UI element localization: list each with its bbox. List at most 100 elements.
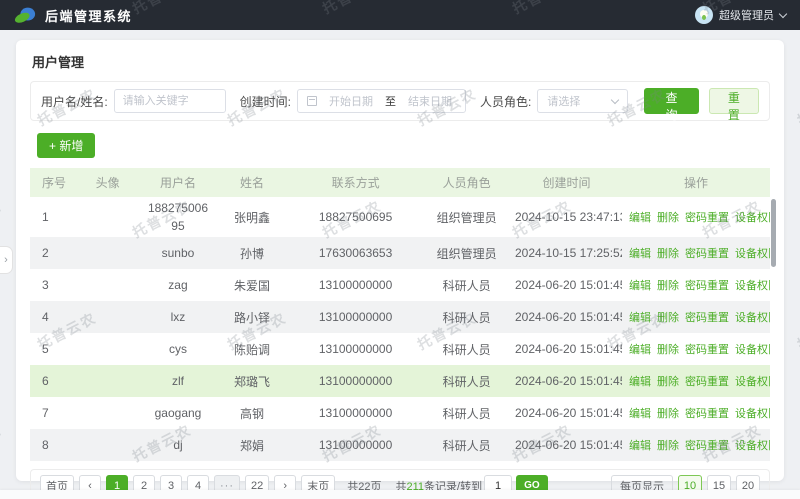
user-table: 序号头像用户名姓名联系方式人员角色创建时间操作 118827500695张明鑫1…	[30, 168, 770, 461]
action-link[interactable]: 密码重置	[685, 440, 729, 452]
cell-role: 组织管理员	[422, 243, 511, 264]
row-actions: 编辑删除密码重置设备权限	[622, 243, 770, 263]
action-link[interactable]: 编辑	[629, 408, 651, 420]
cell-created: 2024-06-20 15:01:45	[511, 436, 622, 454]
cell-username: gaogang	[141, 402, 215, 424]
action-link[interactable]: 设备权限	[735, 248, 770, 260]
date-start-placeholder[interactable]: 开始日期	[325, 93, 377, 109]
action-link[interactable]: 密码重置	[685, 248, 729, 260]
action-link[interactable]: 密码重置	[685, 280, 729, 292]
action-link[interactable]: 编辑	[629, 376, 651, 388]
cell-contact: 18827500695	[289, 208, 422, 226]
date-range-picker[interactable]: 开始日期 至 结束日期	[297, 89, 466, 113]
date-separator: 至	[385, 93, 396, 109]
action-link[interactable]: 设备权限	[735, 280, 770, 292]
cell-contact: 13100000000	[289, 340, 422, 358]
date-label: 创建时间:	[240, 93, 291, 110]
action-link[interactable]: 编辑	[629, 212, 651, 224]
table-row[interactable]: 7gaogang高钢13100000000科研人员2024-06-20 15:0…	[30, 397, 770, 429]
cell-role: 科研人员	[422, 435, 511, 456]
cell-avatar	[74, 315, 141, 319]
column-header: 姓名	[215, 172, 289, 193]
action-link[interactable]: 密码重置	[685, 312, 729, 324]
column-header: 用户名	[141, 172, 215, 194]
user-name: 超级管理员	[719, 7, 774, 23]
cell-name: 朱爱国	[215, 275, 289, 296]
action-link[interactable]: 编辑	[629, 248, 651, 260]
action-link[interactable]: 密码重置	[685, 212, 729, 224]
cell-contact: 13100000000	[289, 276, 422, 294]
cell-contact: 13100000000	[289, 372, 422, 390]
action-link[interactable]: 删除	[657, 440, 679, 452]
action-link[interactable]: 设备权限	[735, 212, 770, 224]
action-link[interactable]: 删除	[657, 408, 679, 420]
action-link[interactable]: 设备权限	[735, 408, 770, 420]
cell-contact: 13100000000	[289, 308, 422, 326]
action-link[interactable]: 编辑	[629, 440, 651, 452]
screen: 托普云农托普云农托普云农托普云农托普云农托普云农托普云农托普云农托普云农托普云农…	[0, 0, 800, 499]
table-row[interactable]: 118827500695张明鑫18827500695组织管理员2024-10-1…	[30, 197, 770, 237]
cell-name: 郑璐飞	[215, 371, 289, 392]
table-scrollbar[interactable]	[771, 199, 776, 267]
action-link[interactable]: 删除	[657, 212, 679, 224]
action-link[interactable]: 删除	[657, 280, 679, 292]
date-end-placeholder[interactable]: 结束日期	[404, 93, 456, 109]
action-link[interactable]: 设备权限	[735, 312, 770, 324]
cell-no: 3	[30, 276, 74, 294]
cell-username: lxz	[141, 306, 215, 328]
role-select[interactable]: 请选择	[537, 89, 628, 113]
add-user-button[interactable]: + 新增	[37, 133, 95, 158]
action-link[interactable]: 密码重置	[685, 408, 729, 420]
cell-no: 7	[30, 404, 74, 422]
cell-username: sunbo	[141, 242, 215, 264]
cell-avatar	[74, 443, 141, 447]
table-row[interactable]: 8dj郑娟13100000000科研人员2024-06-20 15:01:45编…	[30, 429, 770, 461]
action-link[interactable]: 删除	[657, 248, 679, 260]
row-actions: 编辑删除密码重置设备权限	[622, 371, 770, 391]
cell-created: 2024-06-20 15:01:45	[511, 340, 622, 358]
table-row[interactable]: 6zlf郑璐飞13100000000科研人员2024-06-20 15:01:4…	[30, 365, 770, 397]
chevron-down-icon	[611, 95, 619, 103]
table-row[interactable]: 5cys陈贻调13100000000科研人员2024-06-20 15:01:4…	[30, 333, 770, 365]
cell-avatar	[74, 215, 141, 219]
action-link[interactable]: 设备权限	[735, 344, 770, 356]
cell-role: 科研人员	[422, 307, 511, 328]
table-row[interactable]: 4lxz路小铎13100000000科研人员2024-06-20 15:01:4…	[30, 301, 770, 333]
table-row[interactable]: 2sunbo孙博17630063653组织管理员2024-10-15 17:25…	[30, 237, 770, 269]
row-actions: 编辑删除密码重置设备权限	[622, 339, 770, 359]
sidebar-expand-handle[interactable]: ›	[0, 246, 13, 274]
reset-button[interactable]: 重置	[709, 88, 759, 114]
cell-no: 5	[30, 340, 74, 358]
action-link[interactable]: 设备权限	[735, 376, 770, 388]
cell-no: 2	[30, 244, 74, 262]
cell-contact: 13100000000	[289, 404, 422, 422]
table-row[interactable]: 3zag朱爱国13100000000科研人员2024-06-20 15:01:4…	[30, 269, 770, 301]
column-header: 创建时间	[511, 172, 622, 193]
action-link[interactable]: 编辑	[629, 312, 651, 324]
action-link[interactable]: 密码重置	[685, 376, 729, 388]
action-link[interactable]: 编辑	[629, 280, 651, 292]
avatar[interactable]	[695, 6, 713, 24]
cell-role: 科研人员	[422, 275, 511, 296]
table-body: 118827500695张明鑫18827500695组织管理员2024-10-1…	[30, 197, 770, 461]
watermark-text: 托普云农	[794, 308, 800, 355]
action-link[interactable]: 设备权限	[735, 440, 770, 452]
role-label: 人员角色:	[480, 93, 531, 110]
search-button[interactable]: 查询	[644, 88, 698, 114]
action-link[interactable]: 删除	[657, 312, 679, 324]
action-link[interactable]: 删除	[657, 376, 679, 388]
cell-name: 孙博	[215, 243, 289, 264]
cell-role: 科研人员	[422, 339, 511, 360]
watermark-text: 托普云农	[0, 196, 5, 243]
cell-avatar	[74, 347, 141, 351]
cell-no: 1	[30, 208, 74, 226]
cell-avatar	[74, 379, 141, 383]
action-link[interactable]: 编辑	[629, 344, 651, 356]
action-link[interactable]: 删除	[657, 344, 679, 356]
user-menu[interactable]: 超级管理员	[695, 6, 786, 24]
action-link[interactable]: 密码重置	[685, 344, 729, 356]
row-actions: 编辑删除密码重置设备权限	[622, 275, 770, 295]
cell-name: 高钢	[215, 403, 289, 424]
footer-strip	[0, 490, 800, 499]
keyword-input[interactable]	[114, 89, 226, 113]
